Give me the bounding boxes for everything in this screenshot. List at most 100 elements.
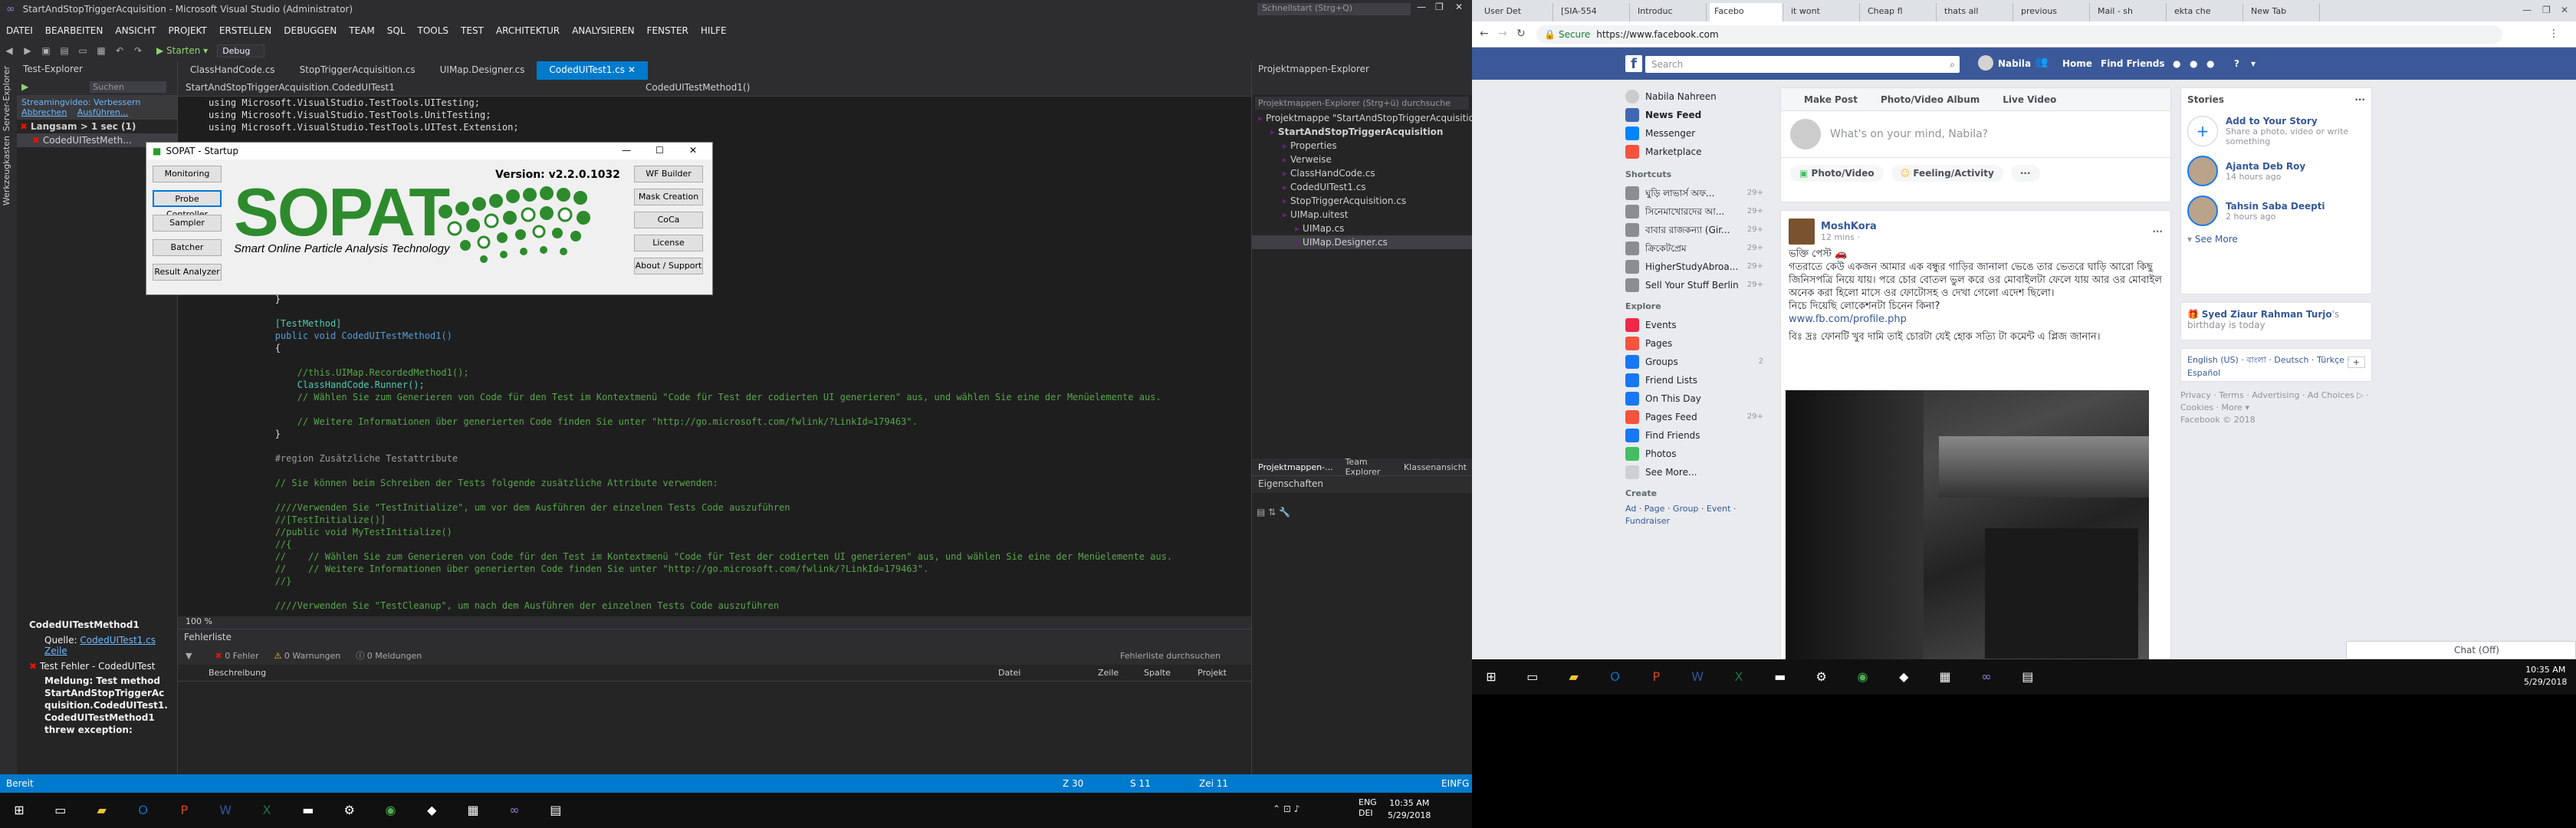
run-link[interactable]: Ausführen... — [77, 107, 129, 117]
browser-tab[interactable]: previous — [2016, 3, 2090, 21]
tab-team-explorer[interactable]: Team Explorer — [1346, 457, 1392, 477]
maximize-button[interactable]: ❐ — [2542, 5, 2551, 15]
nav-method-select[interactable]: CodedUITestMethod1() — [638, 80, 757, 96]
visual-studio-icon[interactable]: ∞ — [503, 799, 526, 822]
powerpoint-icon[interactable]: P — [172, 799, 196, 822]
tray-icons[interactable]: ⌃ ⊡ ♪ — [1273, 803, 1300, 814]
solution-item[interactable]: ▸ Projektmappe "StartAndStopTriggerAcquis… — [1252, 111, 1472, 125]
solution-item[interactable]: ▸ Properties — [1252, 139, 1472, 153]
start-icon[interactable]: ⊞ — [8, 799, 31, 822]
menu-team[interactable]: TEAM — [349, 25, 374, 36]
new-project-icon[interactable]: ▣ — [39, 44, 53, 58]
browser-tab[interactable]: Cheap fl — [1863, 3, 1937, 21]
search-icon[interactable]: ⌕ — [1950, 59, 1955, 71]
tab-stoptrigger[interactable]: StopTriggerAcquisition.cs — [288, 61, 428, 80]
close-tab-icon[interactable]: ✕ — [628, 64, 636, 75]
shortcut-item[interactable]: বাবার রাজকন্যা (Gir... 29+ — [1625, 221, 1763, 239]
solution-item[interactable]: ▸ CodedUITest1.cs — [1252, 180, 1472, 194]
browser-tab[interactable]: Mail - sh — [2093, 3, 2167, 21]
browser-tab[interactable]: Introduc — [1633, 3, 1707, 21]
back-icon[interactable]: ◀ — [2, 44, 16, 58]
menu-debuggen[interactable]: DEBUGGEN — [284, 25, 337, 36]
sopat-result-analyzer-button[interactable]: Result Analyzer — [153, 264, 222, 281]
browser-tab[interactable]: it wont — [1786, 3, 1860, 21]
add-story-icon[interactable]: + — [2187, 116, 2218, 146]
back-icon[interactable]: ← — [1480, 28, 1489, 40]
nav-class-select[interactable]: StartAndStopTriggerAcquisition.CodedUITe… — [178, 80, 638, 96]
post-options-icon[interactable]: ··· — [2152, 226, 2163, 237]
calculator-icon[interactable]: ▦ — [462, 799, 485, 822]
explore-item[interactable]: See More... — [1625, 463, 1763, 481]
sopat-close-button[interactable]: ✕ — [689, 145, 697, 156]
solution-item[interactable]: ▸ Verweise — [1252, 153, 1472, 166]
friend-requests-icon[interactable]: ● — [2173, 58, 2180, 69]
tab-uimap-designer[interactable]: UIMap.Designer.cs — [428, 61, 537, 80]
nav-item[interactable]: Marketplace — [1625, 143, 1763, 161]
post-author[interactable]: MoshKora — [1821, 221, 1877, 232]
post-photo[interactable] — [1786, 390, 2149, 659]
stories-options-icon[interactable]: ··· — [2354, 94, 2365, 105]
toolbox-tab[interactable]: Werkzeugkasten — [2, 136, 12, 205]
warnings-filter[interactable]: ⚠ 0 Warnungen — [274, 651, 341, 661]
language-links[interactable]: English (US) · বাংলা · Deutsch · Türkçe … — [2187, 355, 2350, 378]
alphabetical-icon[interactable]: ⇅ — [1268, 507, 1276, 518]
shortcut-item[interactable]: সিনেমাখোরদের আ... 29+ — [1625, 202, 1763, 221]
clock[interactable]: 10:35 AM 5/29/2018 — [2524, 664, 2567, 688]
errors-filter[interactable]: ✖ 0 Fehler — [215, 651, 258, 661]
file-explorer-icon[interactable]: ▰ — [90, 799, 113, 822]
save-all-icon[interactable]: ▦ — [94, 44, 108, 58]
fb-search-input[interactable]: Search ⌕ — [1645, 56, 1960, 73]
chat-bar[interactable]: Chat (Off) — [2346, 641, 2576, 659]
story-item[interactable]: Ajanta Deb Roy 14 hours ago — [2187, 156, 2365, 186]
friends-icon[interactable]: 👥 — [2035, 56, 2048, 68]
server-explorer-tab[interactable]: Server-Explorer — [2, 66, 12, 131]
forward-icon[interactable]: ▶ — [21, 44, 34, 58]
language-indicator[interactable]: ENG DEI — [1359, 797, 1377, 819]
post-time[interactable]: 12 mins · — [1821, 232, 1877, 242]
cancel-link[interactable]: Abbrechen — [21, 107, 67, 117]
close-button[interactable]: ✕ — [2561, 5, 2568, 15]
start-icon[interactable]: ⊞ — [1480, 665, 1503, 688]
menu-hilfe[interactable]: HILFE — [701, 25, 727, 36]
explore-item[interactable]: Find Friends — [1625, 426, 1763, 445]
outlook-icon[interactable]: O — [1603, 665, 1626, 688]
wrench-icon[interactable]: 🔧 — [1279, 507, 1290, 518]
col-file[interactable]: Datei — [998, 668, 1098, 678]
explore-item[interactable]: Pages Feed 29+ — [1625, 408, 1763, 426]
word-icon[interactable]: W — [214, 799, 237, 822]
nav-item[interactable]: News Feed — [1625, 106, 1763, 124]
facebook-logo-icon[interactable]: f — [1625, 55, 1642, 72]
minimize-button[interactable]: — — [1417, 2, 1426, 12]
browser-tab[interactable]: New Tab — [2246, 3, 2320, 21]
forward-icon[interactable]: → — [1498, 28, 1507, 40]
footer-links[interactable]: Privacy · Terms · Advertising · Ad Choic… — [2180, 389, 2372, 414]
menu-ansicht[interactable]: ANSICHT — [115, 25, 156, 36]
solution-search-input[interactable]: Projektmappen-Explorer (Strg+ü) durchsuc… — [1255, 97, 1469, 110]
notepad-icon[interactable]: ▤ — [544, 799, 567, 822]
chrome-icon[interactable]: ◉ — [379, 799, 402, 822]
notepad-icon[interactable]: ▤ — [2016, 665, 2039, 688]
more-button[interactable]: ··· — [2010, 164, 2040, 182]
clock[interactable]: 10:35 AM 5/29/2018 — [1388, 797, 1431, 822]
col-line[interactable]: Zeile — [1098, 668, 1144, 678]
col-project[interactable]: Projekt — [1198, 668, 1227, 678]
maximize-button[interactable]: ❐ — [1435, 2, 1444, 12]
terminal-icon[interactable]: ▬ — [297, 799, 320, 822]
messages-filter[interactable]: ⓘ 0 Meldungen — [356, 649, 422, 662]
solution-item[interactable]: ▸ UIMap.uitest — [1252, 208, 1472, 222]
sopat-wf-builder-button[interactable]: WF Builder — [634, 166, 703, 182]
solution-item[interactable]: ▸ StartAndStopTriggerAcquisition — [1252, 125, 1472, 139]
menu-architektur[interactable]: ARCHITEKTUR — [496, 25, 560, 36]
explore-item[interactable]: Friend Lists — [1625, 371, 1763, 389]
open-icon[interactable]: ▤ — [58, 44, 71, 58]
add-language-button[interactable]: + — [2347, 356, 2365, 368]
browser-tab[interactable]: ekta che — [2170, 3, 2243, 21]
task-view-icon[interactable]: ▭ — [1521, 665, 1544, 688]
shortcut-item[interactable]: ক্রিকেটপ্রেম 29+ — [1625, 239, 1763, 258]
story-item[interactable]: Tahsin Saba Deepti 2 hours ago — [2187, 196, 2365, 226]
solution-item[interactable]: ▸ UIMap.Designer.cs — [1252, 235, 1472, 249]
url-text[interactable]: https://www.facebook.com — [1596, 29, 1718, 40]
shortcut-item[interactable]: Sell Your Stuff Berlin 29+ — [1625, 276, 1763, 294]
excel-icon[interactable]: X — [255, 799, 278, 822]
error-search-input[interactable]: Fehlerliste durchsuchen — [1120, 651, 1221, 661]
